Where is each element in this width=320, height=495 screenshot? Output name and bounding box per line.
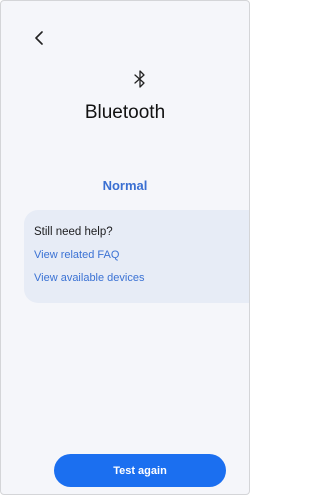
status-text: Normal — [102, 178, 148, 193]
chevron-left-icon — [35, 31, 43, 45]
back-button[interactable] — [31, 30, 47, 46]
page-title: Bluetooth — [84, 102, 166, 123]
view-available-devices-link[interactable]: View available devices — [34, 272, 144, 284]
diagnostics-screen: Bluetooth Normal Still need help? View r… — [0, 0, 250, 495]
test-again-button[interactable]: Test again — [54, 454, 226, 487]
view-related-faq-link[interactable]: View related FAQ — [34, 249, 119, 261]
help-card-title: Still need help? — [34, 226, 113, 238]
bluetooth-icon — [134, 70, 145, 88]
help-card: Still need help? View related FAQ View a… — [24, 210, 249, 303]
